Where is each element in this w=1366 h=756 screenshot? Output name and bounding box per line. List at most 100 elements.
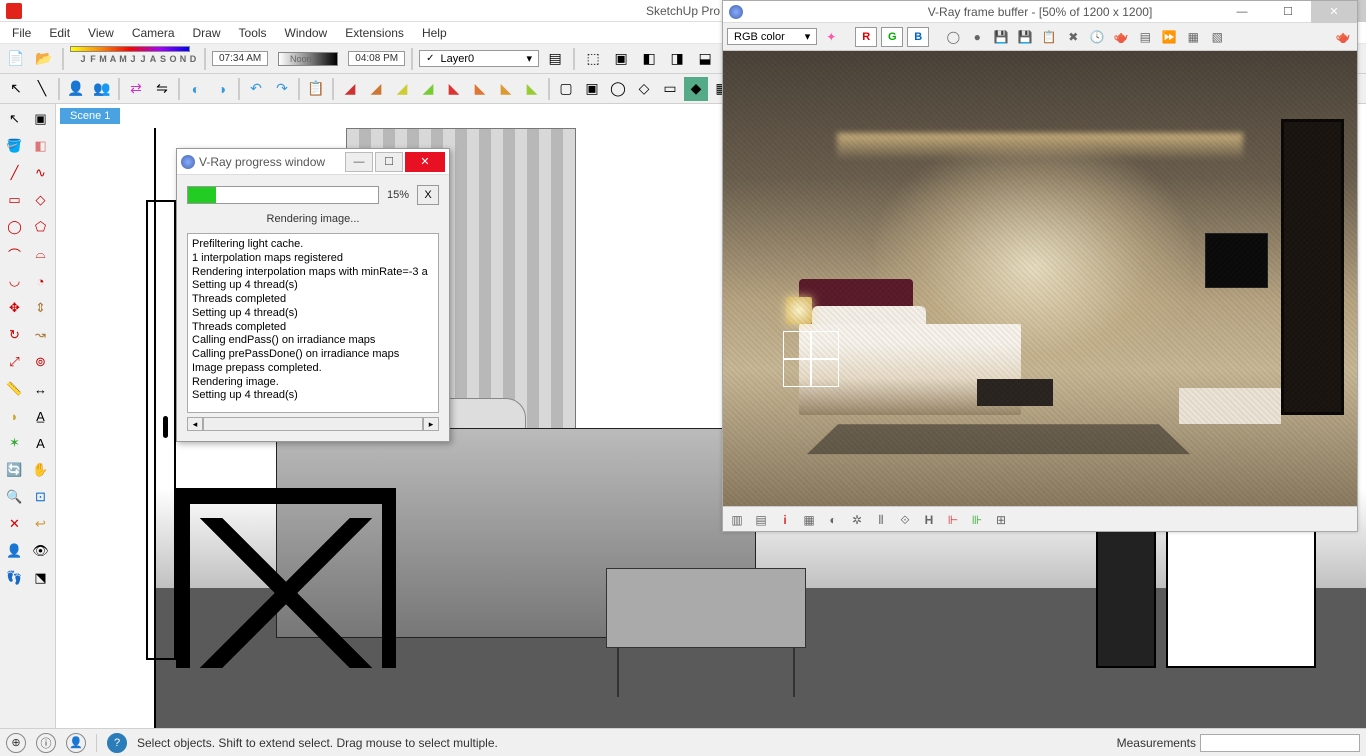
right-view-icon[interactable]: ◨ <box>665 47 689 71</box>
position-camera-icon[interactable]: 👤 <box>2 538 27 564</box>
teapot-icon[interactable]: 🫖 <box>1333 27 1353 47</box>
back-view-icon[interactable]: ⬓ <box>693 47 717 71</box>
clipboard-icon[interactable]: 📋 <box>304 77 328 101</box>
measurements-input[interactable] <box>1200 734 1360 752</box>
arc-icon[interactable]: ⌒ <box>2 241 27 267</box>
circle-icon[interactable]: ◯ <box>2 214 27 240</box>
pie-icon[interactable]: ◔ <box>28 268 53 294</box>
vpw-maximize-button[interactable]: ☐ <box>375 152 403 172</box>
blue-channel-button[interactable]: B <box>907 27 929 47</box>
walk-icon[interactable]: 👣 <box>2 565 27 591</box>
offset-icon[interactable]: ⊚ <box>28 349 53 375</box>
3dtext-icon[interactable]: A <box>28 430 53 456</box>
help-icon[interactable]: ? <box>107 733 127 753</box>
vfb-close-button[interactable]: ✕ <box>1311 1 1357 23</box>
menu-help[interactable]: Help <box>414 24 455 42</box>
duplicate-icon[interactable]: ▧ <box>1207 27 1227 47</box>
region-icon[interactable]: ▤ <box>1135 27 1155 47</box>
eraser-icon[interactable]: ◧ <box>28 133 53 159</box>
flip-icon[interactable]: ⇄ <box>124 77 148 101</box>
menu-camera[interactable]: Camera <box>124 24 183 42</box>
zoom-icon[interactable]: 🔍 <box>2 484 27 510</box>
sandbox-a-icon[interactable]: ◢ <box>338 77 362 101</box>
scale-icon[interactable]: ⤢ <box>2 349 27 375</box>
link-pdplayer-icon[interactable]: ▦ <box>1183 27 1203 47</box>
new-file-icon[interactable]: 📄 <box>4 47 28 71</box>
menu-draw[interactable]: Draw <box>185 24 229 42</box>
compare-v-icon[interactable]: ⊪ <box>967 510 987 530</box>
geo-location-icon[interactable]: ⊕ <box>6 733 26 753</box>
sandbox-e-icon[interactable]: ◣ <box>442 77 466 101</box>
style-a-icon[interactable]: ▢ <box>554 77 578 101</box>
style-c-icon[interactable]: ◯ <box>606 77 630 101</box>
curve-icon[interactable]: ◐ <box>823 510 843 530</box>
vray-frame-buffer-window[interactable]: V-Ray frame buffer - [50% of 1200 x 1200… <box>722 0 1358 532</box>
front-view-icon[interactable]: ◧ <box>637 47 661 71</box>
menu-edit[interactable]: Edit <box>41 24 78 42</box>
vfb-maximize-button[interactable]: ☐ <box>1265 1 1311 23</box>
mono-icon[interactable]: ◯ <box>943 27 963 47</box>
h-icon[interactable]: H <box>919 510 939 530</box>
vpw-minimize-button[interactable]: — <box>345 152 373 172</box>
menu-extensions[interactable]: Extensions <box>337 24 412 42</box>
month-color-bar[interactable] <box>70 46 190 52</box>
levels-icon[interactable]: ⫴ <box>871 510 891 530</box>
pan-icon[interactable]: ✋ <box>28 457 53 483</box>
person-add-icon[interactable]: 👤 <box>64 77 88 101</box>
sandbox-h-icon[interactable]: ◣ <box>520 77 544 101</box>
menu-tools[interactable]: Tools <box>231 24 275 42</box>
menu-view[interactable]: View <box>80 24 122 42</box>
mirror-icon[interactable]: ⇋ <box>150 77 174 101</box>
channel-dropdown[interactable]: RGB color ▾ <box>727 28 817 45</box>
line-tool-icon[interactable]: ╲ <box>30 77 54 101</box>
scroll-right-icon[interactable]: ▸ <box>423 417 439 431</box>
style-b-icon[interactable]: ▣ <box>580 77 604 101</box>
text-icon[interactable]: A̲ <box>28 403 53 429</box>
zoom-extents-icon[interactable]: ✕ <box>2 511 27 537</box>
followme-icon[interactable]: ↝ <box>28 322 53 348</box>
credits-icon[interactable]: ⓘ <box>36 733 56 753</box>
section-icon[interactable]: ◐ <box>184 77 208 101</box>
arc2-icon[interactable]: ⌓ <box>28 241 53 267</box>
log-h-scrollbar[interactable]: ◂ ▸ <box>187 417 439 431</box>
cancel-render-button[interactable]: X <box>417 185 439 205</box>
move-icon[interactable]: ✥ <box>2 295 27 321</box>
compare-h-icon[interactable]: ⊩ <box>943 510 963 530</box>
layer-manager-icon[interactable]: ▤ <box>543 47 567 71</box>
vpw-close-button[interactable]: ✕ <box>405 152 445 172</box>
save-image-icon[interactable]: 💾 <box>991 27 1011 47</box>
vr-icon[interactable]: 🫖 <box>1111 27 1131 47</box>
sandbox-f-icon[interactable]: ◣ <box>468 77 492 101</box>
style-d-icon[interactable]: ◇ <box>632 77 656 101</box>
lut-icon[interactable]: ⟐ <box>895 510 915 530</box>
copy-icon[interactable]: 📋 <box>1039 27 1059 47</box>
sandbox-c-icon[interactable]: ◢ <box>390 77 414 101</box>
rectangle-icon[interactable]: ▭ <box>2 187 27 213</box>
rotate-icon[interactable]: ↻ <box>2 322 27 348</box>
undo-arrow-icon[interactable]: ↶ <box>244 77 268 101</box>
previous-icon[interactable]: ↩ <box>28 511 53 537</box>
style-f-icon[interactable]: ◆ <box>684 77 708 101</box>
pushpull-icon[interactable]: ⇕ <box>28 295 53 321</box>
track-icon[interactable]: ⏩ <box>1159 27 1179 47</box>
vpw-titlebar[interactable]: V-Ray progress window — ☐ ✕ <box>177 149 449 175</box>
rotated-rect-icon[interactable]: ◇ <box>28 187 53 213</box>
orbit-icon[interactable]: 🔄 <box>2 457 27 483</box>
open-file-icon[interactable]: 📂 <box>32 47 56 71</box>
pixel-info-icon[interactable]: ▦ <box>799 510 819 530</box>
time-start[interactable]: 07:34 AM <box>212 51 268 66</box>
show-corrections-icon[interactable]: ▤ <box>751 510 771 530</box>
clear-icon[interactable]: ✖ <box>1063 27 1083 47</box>
sandbox-b-icon[interactable]: ◢ <box>364 77 388 101</box>
section-plane-icon[interactable]: ⬔ <box>28 565 53 591</box>
iso-view-icon[interactable]: ⬚ <box>581 47 605 71</box>
style-e-icon[interactable]: ▭ <box>658 77 682 101</box>
scene-tab[interactable]: Scene 1 <box>60 108 120 124</box>
component-icon[interactable]: ▣ <box>28 106 53 132</box>
select-tool-icon[interactable]: ↖ <box>4 77 28 101</box>
axes-icon[interactable]: ✶ <box>2 430 27 456</box>
layer-dropdown[interactable]: ✓ Layer0 ▾ <box>419 50 539 67</box>
green-channel-button[interactable]: G <box>881 27 903 47</box>
scroll-left-icon[interactable]: ◂ <box>187 417 203 431</box>
tape-icon[interactable]: 📏 <box>2 376 27 402</box>
